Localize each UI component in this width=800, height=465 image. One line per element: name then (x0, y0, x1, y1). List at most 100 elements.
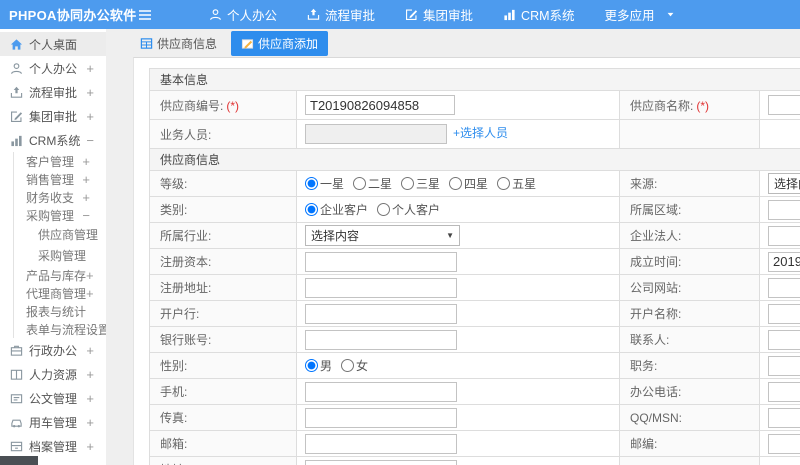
radio-grade-3[interactable]: 四星 (449, 177, 488, 191)
sidebar-item-procurement-mgmt[interactable]: 采购管理 − (13, 206, 106, 224)
email-input[interactable] (305, 433, 457, 454)
topbar-menu-personal-office[interactable]: 个人办公 (209, 5, 277, 24)
mobile-input[interactable] (305, 381, 457, 402)
expand-icon[interactable]: + (86, 62, 94, 75)
sidebar-item-label: 供应商管理 (38, 228, 99, 242)
form-label-cell: 职务: (619, 352, 760, 379)
bank-account-input[interactable] (305, 329, 457, 350)
expand-icon[interactable]: + (86, 368, 94, 381)
zipcode-input[interactable] (768, 433, 800, 454)
contact-person-input[interactable] (768, 329, 800, 350)
sidebar-item-personal-desktop[interactable]: 个人桌面 (0, 32, 106, 56)
tab-supplier-add[interactable]: 供应商添加 (231, 30, 329, 56)
tab-supplier-info[interactable]: 供应商信息 (134, 31, 223, 56)
sidebar-item-label: 用车管理 (29, 415, 78, 430)
form-label-cell: 注册地址: (149, 274, 297, 301)
expand-icon[interactable]: + (86, 287, 94, 300)
company-website-input[interactable] (768, 277, 800, 298)
sidebar-item-human-resources[interactable]: 人力资源 + (0, 362, 106, 386)
sidebar-item-reports-stats[interactable]: 报表与统计 (13, 302, 106, 320)
account-name-input[interactable] (768, 303, 800, 324)
sidebar-item-document-mgmt[interactable]: 公文管理 + (0, 386, 106, 410)
radio-gender-1[interactable]: 女 (341, 359, 368, 373)
radio-category-0[interactable]: 企业客户 (305, 203, 368, 217)
expand-icon[interactable]: + (86, 86, 94, 99)
sidebar-item-archive-mgmt[interactable]: 档案管理 + (0, 434, 106, 458)
radio-category-1[interactable]: 个人客户 (377, 203, 440, 217)
fax-input[interactable] (305, 407, 457, 428)
field-label: 邮编: (630, 437, 658, 451)
collapse-icon[interactable]: − (86, 134, 94, 147)
sidebar-item-group-approval[interactable]: 集团审批 + (0, 104, 106, 128)
sidebar-item-vehicle-mgmt[interactable]: 用车管理 + (0, 410, 106, 434)
radio-input-category[interactable] (377, 203, 391, 216)
supplier-name-input[interactable] (768, 95, 800, 115)
radio-grade-1[interactable]: 二星 (353, 177, 392, 191)
sidebar-item-sales-mgmt[interactable]: 销售管理 + (13, 170, 106, 188)
sidebar-item-agent-mgmt[interactable]: 代理商管理 + (13, 284, 106, 302)
sidebar-item-crm-system[interactable]: CRM系统 − (0, 128, 106, 152)
region-input[interactable] (768, 199, 800, 220)
radio-grade-2[interactable]: 三星 (401, 177, 440, 191)
radio-gender-0[interactable]: 男 (305, 359, 332, 373)
radio-input-grade[interactable] (401, 177, 415, 190)
office-phone-input[interactable] (768, 381, 800, 402)
registered-capital-input[interactable] (305, 251, 457, 272)
sidebar-item-product-inventory[interactable]: 产品与库存 + (13, 266, 106, 284)
expand-icon[interactable]: + (86, 344, 94, 357)
expand-icon[interactable]: + (86, 416, 94, 429)
radio-input-grade[interactable] (305, 177, 318, 190)
radio-grade-0[interactable]: 一星 (305, 177, 344, 191)
bank-input[interactable] (305, 303, 457, 324)
qq-msn-input[interactable] (768, 407, 800, 428)
topbar-menu-group-approval[interactable]: 集团审批 (405, 5, 473, 24)
sidebar-item-form-flow-settings[interactable]: 表单与流程设置+ (13, 320, 118, 338)
sidebar-item-admin-office[interactable]: 行政办公 + (0, 338, 106, 362)
position-input[interactable] (768, 355, 800, 376)
form-row: 手机: 办公电话: (149, 378, 800, 405)
form-value-cell (758, 274, 800, 301)
radio-grade-4[interactable]: 五星 (497, 177, 536, 191)
radio-input-category[interactable] (305, 203, 318, 216)
radio-input-gender[interactable] (341, 359, 355, 372)
radio-input-gender[interactable] (305, 359, 318, 372)
expand-icon[interactable]: + (86, 440, 94, 453)
sidebar-item-label: 个人桌面 (29, 37, 78, 52)
expand-icon[interactable]: + (86, 392, 94, 405)
expand-icon[interactable]: + (86, 269, 94, 282)
form-value-cell (296, 90, 620, 120)
sidebar-item-finance-income-expense[interactable]: 财务收支 + (13, 188, 106, 206)
form-value-cell (758, 222, 800, 249)
legal-person-input[interactable] (768, 225, 800, 246)
topbar-menu-crm-system[interactable]: CRM系统 (503, 5, 575, 24)
sidebar-item-supplier-mgmt[interactable]: 供应商管理 (13, 224, 106, 245)
registered-address-input[interactable] (305, 277, 457, 298)
section-header: 供应商信息 (148, 148, 800, 171)
founding-date-input[interactable] (768, 251, 800, 272)
radio-input-grade[interactable] (497, 177, 511, 190)
radio-input-grade[interactable] (353, 177, 367, 190)
sidebar-item-personal-office[interactable]: 个人办公 + (0, 56, 106, 80)
form-value-cell (758, 352, 800, 379)
expand-icon[interactable]: + (82, 191, 90, 204)
field-label: QQ/MSN: (630, 410, 683, 425)
source-select[interactable]: 选择内容▼ (768, 173, 800, 194)
menu-toggle-icon[interactable] (137, 7, 153, 23)
radio-input-grade[interactable] (449, 177, 463, 190)
industry-select[interactable]: 选择内容 ▼ (305, 225, 460, 246)
supplier-code-input[interactable] (305, 95, 455, 115)
topbar-menu-more-apps[interactable]: 更多应用 (605, 5, 675, 24)
select-person-link[interactable]: +选择人员 (453, 126, 508, 140)
form-row: 注册资本: 成立时间: (149, 248, 800, 275)
sidebar-item-workflow-approval[interactable]: 流程审批 + (0, 80, 106, 104)
sidebar-item-customer-mgmt[interactable]: 客户管理 + (13, 152, 106, 170)
sidebar-item-purchase-mgmt[interactable]: 采购管理 (13, 245, 106, 266)
expand-icon[interactable]: + (82, 155, 90, 168)
expand-icon[interactable]: + (86, 110, 94, 123)
address-input[interactable] (305, 459, 457, 465)
topbar-menu-workflow-approval[interactable]: 流程审批 (307, 5, 375, 24)
business-person-input[interactable] (305, 124, 447, 144)
collapse-icon[interactable]: − (82, 209, 90, 222)
form-label-cell: 地址: (149, 456, 297, 465)
expand-icon[interactable]: + (82, 173, 90, 186)
